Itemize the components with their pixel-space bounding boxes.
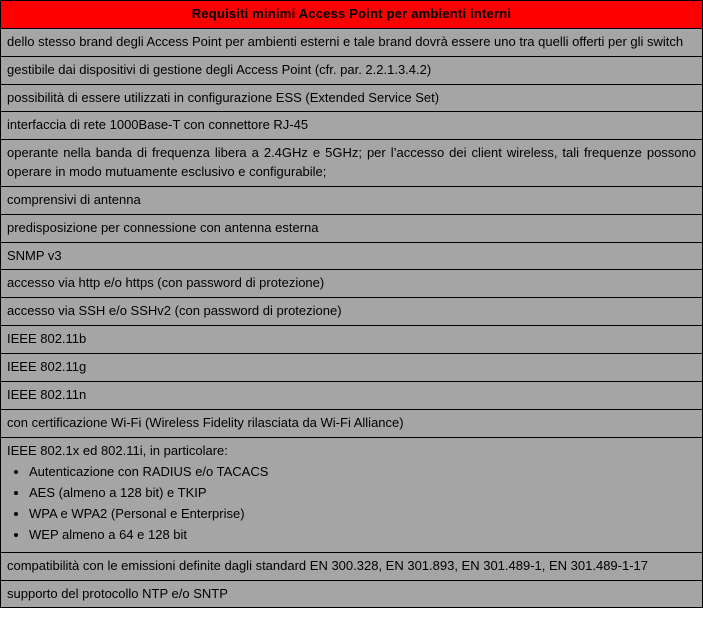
table-row: comprensivi di antenna xyxy=(1,186,703,214)
table-row: IEEE 802.11b xyxy=(1,326,703,354)
requirement-cell: con certificazione Wi-Fi (Wireless Fidel… xyxy=(1,409,703,437)
table-row: compatibilità con le emissioni definite … xyxy=(1,552,703,580)
requirement-cell: IEEE 802.1x ed 802.11i, in particolare:A… xyxy=(1,437,703,552)
requirement-cell: dello stesso brand degli Access Point pe… xyxy=(1,28,703,56)
requirement-cell: possibilità di essere utilizzati in conf… xyxy=(1,84,703,112)
requirement-cell: IEEE 802.11n xyxy=(1,381,703,409)
table-header: Requisiti minimi Access Point per ambien… xyxy=(1,1,703,29)
requirement-bullets: Autenticazione con RADIUS e/o TACACSAES … xyxy=(7,462,696,545)
requirement-intro: IEEE 802.1x ed 802.11i, in particolare: xyxy=(7,442,696,461)
requirement-cell: SNMP v3 xyxy=(1,242,703,270)
table-row: possibilità di essere utilizzati in conf… xyxy=(1,84,703,112)
requirement-cell: IEEE 802.11b xyxy=(1,326,703,354)
requirement-cell: predisposizione per connessione con ante… xyxy=(1,214,703,242)
table-row: operante nella banda di frequenza libera… xyxy=(1,140,703,187)
table-row: interfaccia di rete 1000Base-T con conne… xyxy=(1,112,703,140)
requirement-cell: operante nella banda di frequenza libera… xyxy=(1,140,703,187)
requirement-cell: accesso via http e/o https (con password… xyxy=(1,270,703,298)
requirement-cell: gestibile dai dispositivi di gestione de… xyxy=(1,56,703,84)
requirement-bullet: Autenticazione con RADIUS e/o TACACS xyxy=(29,462,696,483)
table-row: IEEE 802.11n xyxy=(1,381,703,409)
table-row: IEEE 802.11g xyxy=(1,353,703,381)
table-row: accesso via SSH e/o SSHv2 (con password … xyxy=(1,298,703,326)
table-body: dello stesso brand degli Access Point pe… xyxy=(1,28,703,608)
table-row: dello stesso brand degli Access Point pe… xyxy=(1,28,703,56)
requirement-bullet: AES (almeno a 128 bit) e TKIP xyxy=(29,483,696,504)
requirement-cell: comprensivi di antenna xyxy=(1,186,703,214)
requirement-cell: interfaccia di rete 1000Base-T con conne… xyxy=(1,112,703,140)
table-row: predisposizione per connessione con ante… xyxy=(1,214,703,242)
table-row: accesso via http e/o https (con password… xyxy=(1,270,703,298)
requirement-cell: accesso via SSH e/o SSHv2 (con password … xyxy=(1,298,703,326)
table-row: SNMP v3 xyxy=(1,242,703,270)
requirement-cell: compatibilità con le emissioni definite … xyxy=(1,552,703,580)
requirement-cell: supporto del protocollo NTP e/o SNTP xyxy=(1,580,703,608)
requirement-bullet: WEP almeno a 64 e 128 bit xyxy=(29,525,696,546)
requirement-bullet: WPA e WPA2 (Personal e Enterprise) xyxy=(29,504,696,525)
table-row: IEEE 802.1x ed 802.11i, in particolare:A… xyxy=(1,437,703,552)
table-row: supporto del protocollo NTP e/o SNTP xyxy=(1,580,703,608)
requirement-cell: IEEE 802.11g xyxy=(1,353,703,381)
table-row: gestibile dai dispositivi di gestione de… xyxy=(1,56,703,84)
requirements-table: Requisiti minimi Access Point per ambien… xyxy=(0,0,703,608)
table-row: con certificazione Wi-Fi (Wireless Fidel… xyxy=(1,409,703,437)
